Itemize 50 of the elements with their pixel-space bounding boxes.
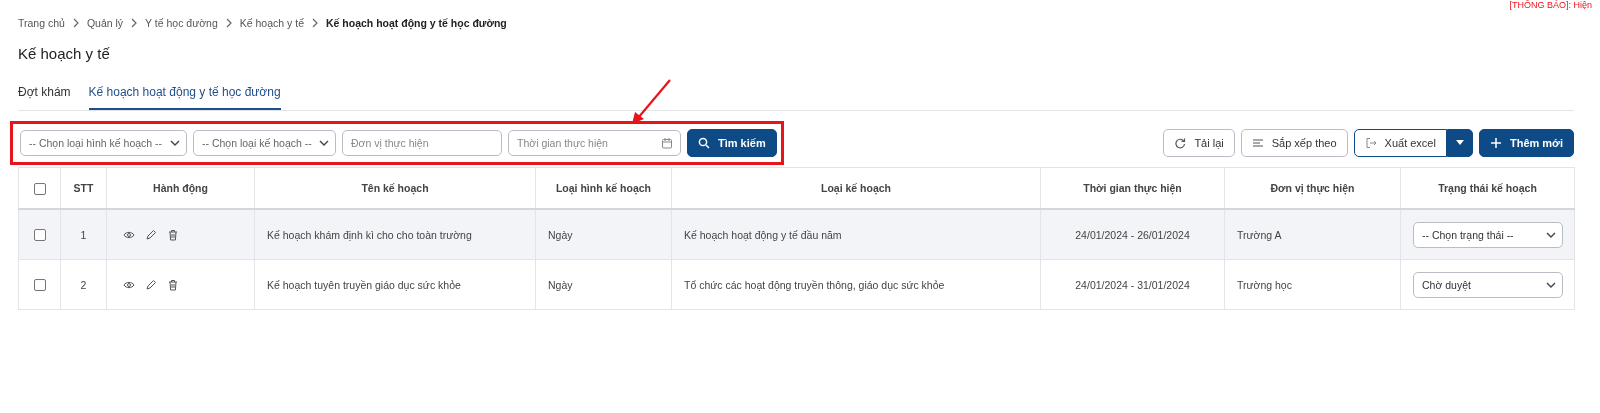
dropdown[interactable]: -- Chọn loại hình kế hoạch -- xyxy=(20,130,187,156)
breadcrumb-link[interactable]: Quản lý xyxy=(86,17,124,29)
table-cell: Kế hoạch tuyên truyền giáo dục sức khỏe xyxy=(254,259,536,310)
add-button[interactable]: Thêm mới xyxy=(1478,129,1574,157)
breadcrumb-link[interactable]: Y tế học đường xyxy=(145,17,218,29)
caret-down-icon xyxy=(1455,140,1464,146)
table-cell: Tổ chức các hoạt động truyền thông, giáo dục sức khỏe xyxy=(671,259,1041,310)
table-cell: Kế hoạch khám định kì cho cho toàn trường xyxy=(254,209,536,260)
chevron-right-icon xyxy=(224,18,233,28)
trash-icon[interactable] xyxy=(167,278,179,291)
breadcrumb-link[interactable]: Kế hoạch y tế xyxy=(239,17,304,29)
notice-text: [THÔNG BÁO]: Hiện xyxy=(1509,0,1592,10)
tab[interactable]: Kế hoạch hoạt động y tế học đường xyxy=(88,79,281,110)
chevron-right-icon xyxy=(311,18,319,28)
search-icon xyxy=(698,137,710,149)
breadcrumb-link[interactable]: Trang chủ xyxy=(18,17,65,29)
checkbox[interactable] xyxy=(33,182,46,195)
pencil-icon[interactable] xyxy=(145,278,157,291)
page-title: Kế hoạch y tế xyxy=(18,45,111,64)
input-field[interactable]: Đơn vị thực hiện xyxy=(342,130,502,156)
dropdown[interactable]: -- Chọn loại kế hoạch -- xyxy=(193,130,336,156)
trash-icon[interactable] xyxy=(167,228,179,241)
table-cell: 24/01/2024 - 31/01/2024 xyxy=(1040,259,1225,310)
export-button[interactable]: Xuất excel xyxy=(1353,129,1447,157)
status-dropdown[interactable]: Chờ duyệt xyxy=(1413,271,1563,298)
date-field[interactable]: Thời gian thực hiện xyxy=(508,130,681,156)
reload-button[interactable]: Tải lại xyxy=(1163,129,1235,157)
chevron-right-icon xyxy=(130,18,139,28)
table-cell: Kế hoạch hoạt động y tế đầu năm xyxy=(671,209,1041,260)
checkbox[interactable] xyxy=(33,279,46,292)
dropdown-toggle-button[interactable] xyxy=(1446,129,1473,157)
calendar-icon xyxy=(661,137,673,149)
table-cell: Ngày xyxy=(535,259,672,310)
table-cell: 2 xyxy=(60,259,107,310)
table-cell: Ngày xyxy=(535,209,672,260)
chevron-right-icon xyxy=(71,18,80,28)
checkbox[interactable] xyxy=(33,229,46,242)
export-icon xyxy=(1364,137,1377,149)
table-cell: Trường A xyxy=(1224,209,1401,260)
table-cell: Trường học xyxy=(1224,259,1401,310)
reload-icon xyxy=(1174,137,1187,149)
status-dropdown[interactable]: -- Chọn trạng thái -- xyxy=(1413,221,1563,248)
table-cell: 1 xyxy=(60,209,107,260)
search-button[interactable]: Tìm kiếm xyxy=(687,129,777,157)
sort-button[interactable]: Sắp xếp theo xyxy=(1240,129,1348,157)
lines-icon xyxy=(1251,137,1264,149)
table-cell: 24/01/2024 - 26/01/2024 xyxy=(1040,209,1225,260)
tab[interactable]: Đợt khám xyxy=(18,79,71,110)
pencil-icon[interactable] xyxy=(145,228,157,241)
plus-icon xyxy=(1489,137,1502,149)
